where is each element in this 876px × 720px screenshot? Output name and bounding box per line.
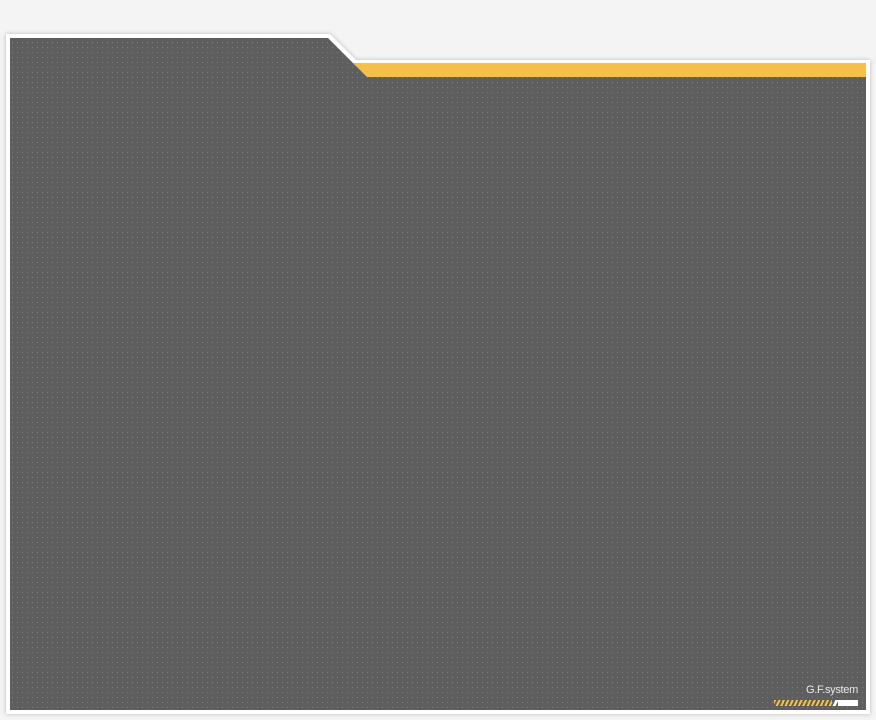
logo-bar-icon <box>838 700 858 706</box>
desktop-background: G.F.system <box>0 0 876 720</box>
brand-text: G.F.system <box>805 684 858 696</box>
brand-logo: G.F.system <box>774 684 858 706</box>
window-panel <box>6 34 870 714</box>
content-area <box>10 38 866 710</box>
stripe-logo-icon <box>774 700 832 706</box>
accent-strip <box>353 63 866 77</box>
